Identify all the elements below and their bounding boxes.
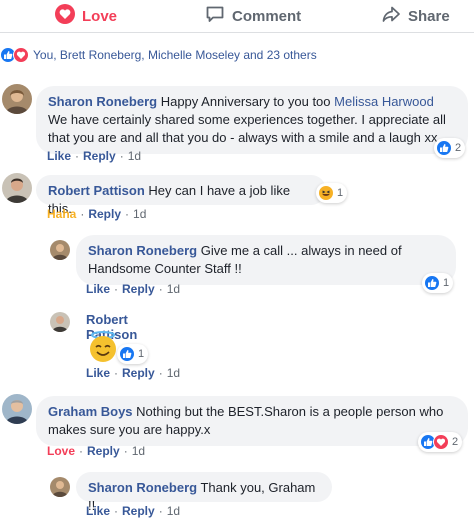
comment-author[interactable]: Sharon Roneberg xyxy=(88,243,197,258)
comment-bubble: Sharon Roneberg Give me a call ... alway… xyxy=(76,235,456,285)
post-action-bar: Love Comment Share xyxy=(0,0,474,33)
comment-timestamp[interactable]: 1d xyxy=(133,207,146,221)
like-icon xyxy=(119,346,135,362)
comment-reaction-count[interactable]: 1 xyxy=(422,273,454,293)
like-link[interactable]: Like xyxy=(47,149,71,163)
comment-icon xyxy=(205,4,225,28)
comment-timestamp[interactable]: 1d xyxy=(167,366,180,380)
comment-bubble: Robert Pattison Hey can I have a job lik… xyxy=(36,175,326,216)
reaction-icons xyxy=(0,47,29,63)
reactions-summary-text: You, Brett Roneberg, Michelle Moseley an… xyxy=(33,48,317,62)
reply-link[interactable]: Reply xyxy=(83,149,116,163)
like-link[interactable]: Like xyxy=(86,504,110,518)
comment-text-rest: We have certainly shared some experience… xyxy=(48,112,446,145)
comment-author[interactable]: Graham Boys xyxy=(48,404,133,419)
love-icon xyxy=(13,47,29,63)
like-icon xyxy=(436,140,452,156)
reaction-count-number: 2 xyxy=(452,436,459,448)
reaction-count-number: 1 xyxy=(443,277,450,289)
reply-link[interactable]: Reply xyxy=(88,207,121,221)
comment-action-button[interactable]: Comment xyxy=(205,5,301,27)
avatar[interactable] xyxy=(2,173,32,203)
avatar[interactable] xyxy=(2,84,32,114)
comment-action-label: Comment xyxy=(232,7,302,25)
like-icon xyxy=(424,275,440,291)
avatar[interactable] xyxy=(2,394,32,424)
comment-meta: Love · Reply · 1d xyxy=(47,444,146,458)
love-icon xyxy=(55,4,75,28)
comment-bubble: Graham Boys Nothing but the BEST.Sharon … xyxy=(36,396,468,446)
comment-reaction-count[interactable]: 2 xyxy=(434,138,466,158)
avatar[interactable] xyxy=(50,477,70,497)
comment-reaction-count[interactable]: 2 xyxy=(418,432,463,452)
avatar[interactable] xyxy=(50,240,70,260)
haha-link[interactable]: Haha xyxy=(47,207,76,221)
haha-icon xyxy=(318,185,334,201)
angel-emoji-sticker xyxy=(86,330,120,364)
reply-link[interactable]: Reply xyxy=(122,282,155,296)
reaction-count-number: 1 xyxy=(138,348,145,360)
reply-link[interactable]: Reply xyxy=(122,504,155,518)
reactions-summary[interactable]: You, Brett Roneberg, Michelle Moseley an… xyxy=(0,44,317,66)
comment-meta: Like · Reply · 1d xyxy=(86,282,181,296)
love-action-button[interactable]: Love xyxy=(55,4,118,28)
comment-bubble: Sharon Roneberg Thank you, Graham !! xyxy=(76,472,332,513)
reaction-count-number: 1 xyxy=(337,187,344,199)
comment-author[interactable]: Sharon Roneberg xyxy=(88,480,197,495)
comment-author[interactable]: Sharon Roneberg xyxy=(48,94,157,109)
avatar[interactable] xyxy=(50,312,70,332)
comment-author[interactable]: Robert Pattison xyxy=(48,183,145,198)
reply-link[interactable]: Reply xyxy=(87,444,120,458)
love-action-label: Love xyxy=(82,7,118,25)
share-action-label: Share xyxy=(408,7,450,25)
comment-meta: Haha · Reply · 1d xyxy=(47,207,147,221)
like-link[interactable]: Like xyxy=(86,282,110,296)
love-link[interactable]: Love xyxy=(47,444,75,458)
comment-meta: Like · Reply · 1d xyxy=(86,504,181,518)
comment-meta: Like · Reply · 1d xyxy=(86,366,181,380)
comment-timestamp[interactable]: 1d xyxy=(167,282,180,296)
share-icon xyxy=(381,4,401,28)
mention-link[interactable]: Melissa Harwood xyxy=(334,94,434,109)
like-link[interactable]: Like xyxy=(86,366,110,380)
comment-meta: Like · Reply · 1d xyxy=(47,149,142,163)
comment-timestamp[interactable]: 1d xyxy=(128,149,141,163)
comment-bubble: Sharon Roneberg Happy Anniversary to you… xyxy=(36,86,468,154)
comment-reaction-count[interactable]: 1 xyxy=(117,344,149,364)
reaction-count-number: 2 xyxy=(455,142,462,154)
comment-text: Happy Anniversary to you too xyxy=(160,94,335,109)
love-icon xyxy=(433,434,449,450)
comment-timestamp[interactable]: 1d xyxy=(167,504,180,518)
comment-timestamp[interactable]: 1d xyxy=(132,444,145,458)
comment-reaction-count[interactable]: 1 xyxy=(316,183,348,203)
reply-link[interactable]: Reply xyxy=(122,366,155,380)
share-action-button[interactable]: Share xyxy=(381,5,450,27)
